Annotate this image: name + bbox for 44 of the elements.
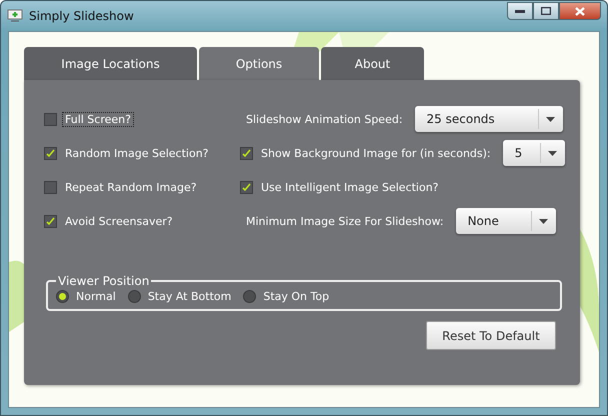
tab[interactable]: About — [321, 47, 424, 80]
checkbox-label: Full Screen? — [63, 112, 133, 126]
checkbox[interactable] — [44, 146, 57, 160]
check-icon — [242, 148, 251, 158]
dropdown[interactable]: 5 — [502, 140, 565, 166]
checkbox[interactable] — [44, 112, 57, 126]
group-title: Viewer Position — [57, 274, 150, 288]
minimize-button[interactable] — [507, 2, 533, 20]
radio-button[interactable] — [128, 290, 141, 303]
window-title: Simply Slideshow — [29, 9, 135, 23]
checkbox-label: Show Background Image for (in seconds): — [260, 146, 492, 160]
caret-icon — [539, 218, 548, 224]
check-icon — [242, 182, 251, 192]
tab[interactable]: Image Locations — [24, 47, 197, 80]
dropdown[interactable]: 25 seconds — [414, 106, 563, 132]
checkbox-label: Use Intelligent Image Selection? — [260, 180, 440, 194]
radio-button[interactable] — [56, 290, 69, 303]
caret-icon — [548, 150, 558, 156]
checkbox-label: Random Image Selection? — [64, 146, 210, 160]
radio-label: Stay On Top — [262, 290, 330, 303]
checkbox-label: Repeat Random Image? — [64, 180, 198, 194]
minimize-icon — [515, 10, 525, 12]
radio-label: Normal — [75, 290, 117, 303]
checkbox[interactable] — [240, 180, 253, 194]
check-icon — [46, 148, 55, 158]
tab[interactable]: Options — [199, 47, 319, 80]
checkbox[interactable] — [240, 146, 253, 160]
check-icon — [46, 216, 55, 226]
radio-button[interactable] — [243, 290, 256, 303]
checkbox-label: Avoid Screensaver? — [64, 214, 174, 228]
checkbox[interactable] — [44, 180, 57, 194]
reset-button[interactable]: Reset To Default — [426, 321, 556, 350]
close-icon — [575, 6, 585, 16]
checkbox[interactable] — [44, 214, 57, 228]
maximize-icon — [541, 7, 551, 15]
app-icon — [7, 8, 23, 24]
field-label: Slideshow Animation Speed: — [245, 112, 404, 126]
close-button[interactable] — [559, 2, 601, 20]
caret-icon — [546, 116, 556, 122]
radio-dot-icon — [59, 293, 66, 300]
radio-label: Stay At Bottom — [146, 290, 232, 303]
maximize-button[interactable] — [533, 2, 559, 20]
field-label: Minimum Image Size For Slideshow: — [245, 214, 445, 228]
dropdown[interactable]: None — [456, 208, 556, 234]
